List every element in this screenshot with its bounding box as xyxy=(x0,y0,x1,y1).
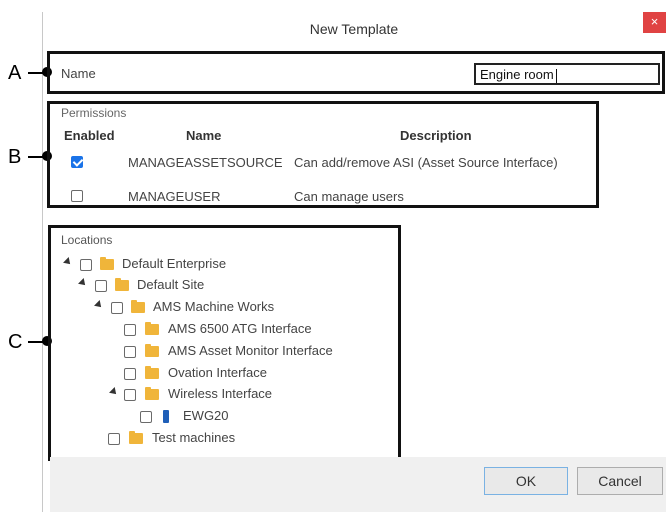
tree-item-test-machines[interactable]: Test machines xyxy=(108,430,328,450)
permissions-group-label: Permissions xyxy=(61,106,127,120)
folder-icon xyxy=(115,278,129,291)
tree-checkbox[interactable] xyxy=(124,346,136,358)
tree-item-label: Ovation Interface xyxy=(168,365,267,380)
tree-checkbox[interactable] xyxy=(124,389,136,401)
permission-description: Can add/remove ASI (Asset Source Interfa… xyxy=(294,155,558,170)
permission-description: Can manage users xyxy=(294,189,404,204)
device-icon xyxy=(163,410,169,423)
expand-arrow-icon[interactable] xyxy=(78,278,88,288)
folder-icon xyxy=(100,257,114,270)
tree-checkbox[interactable] xyxy=(111,302,123,314)
tree-item-ewg20[interactable]: EWG20 xyxy=(140,408,340,428)
text-caret xyxy=(555,68,557,83)
folder-icon xyxy=(131,300,145,313)
tree-item-ams-asset-monitor-interface[interactable]: AMS Asset Monitor Interface xyxy=(124,343,394,363)
callout-label-a: A xyxy=(8,62,22,84)
tree-item-ams-6500-atg-interface[interactable]: AMS 6500 ATG Interface xyxy=(124,321,394,341)
tree-item-label: AMS 6500 ATG Interface xyxy=(168,321,312,336)
name-input[interactable]: Engine room xyxy=(474,63,660,85)
tree-item-label: Test machines xyxy=(152,430,236,445)
tree-item-default-site[interactable]: Default Site xyxy=(78,277,369,297)
tree-checkbox[interactable] xyxy=(80,259,92,271)
tree-item-wireless-interface[interactable]: Wireless Interface xyxy=(109,386,380,406)
permission-enabled-checkbox-manageuser[interactable] xyxy=(71,190,83,202)
folder-icon xyxy=(145,366,159,379)
tree-checkbox[interactable] xyxy=(108,433,120,445)
permission-enabled-checkbox-manageassetsource[interactable] xyxy=(71,156,83,168)
tree-item-label: EWG20 xyxy=(183,408,229,423)
callout-label-c: C xyxy=(8,331,23,353)
permission-name: MANAGEASSETSOURCE xyxy=(128,155,283,170)
locations-group-label: Locations xyxy=(61,233,113,247)
callout-label-b: B xyxy=(8,146,22,168)
tree-item-label: Wireless Interface xyxy=(168,386,273,401)
expand-arrow-icon[interactable] xyxy=(63,257,73,267)
tree-checkbox[interactable] xyxy=(140,411,152,423)
dialog-footer xyxy=(50,457,666,512)
tree-item-default-enterprise[interactable]: Default Enterprise xyxy=(63,256,364,276)
tree-item-label: Default Site xyxy=(137,277,205,292)
cancel-button[interactable]: Cancel xyxy=(577,467,663,495)
name-column-header: Name xyxy=(186,128,222,143)
ok-button[interactable]: OK xyxy=(484,467,568,495)
expand-arrow-icon[interactable] xyxy=(109,387,119,397)
name-input-value: Engine room xyxy=(480,67,554,82)
description-column-header: Description xyxy=(400,128,472,143)
tree-item-label: Default Enterprise xyxy=(122,256,227,271)
permission-name: MANAGEUSER xyxy=(128,189,221,204)
tree-item-ams-machine-works[interactable]: AMS Machine Works xyxy=(94,299,385,319)
dialog-title: New Template xyxy=(309,21,399,37)
enabled-column-header: Enabled xyxy=(64,128,115,143)
folder-icon xyxy=(145,387,159,400)
close-button[interactable]: × xyxy=(643,12,666,33)
tree-item-ovation-interface[interactable]: Ovation Interface xyxy=(124,365,394,385)
tree-checkbox[interactable] xyxy=(124,368,136,380)
folder-open-icon xyxy=(129,431,143,444)
tree-checkbox[interactable] xyxy=(124,324,136,336)
folder-icon xyxy=(145,322,159,335)
tree-item-label: AMS Asset Monitor Interface xyxy=(168,343,333,358)
tree-checkbox[interactable] xyxy=(95,280,107,292)
tree-item-label: AMS Machine Works xyxy=(153,299,275,314)
expand-arrow-icon[interactable] xyxy=(94,300,104,310)
folder-icon xyxy=(145,344,159,357)
name-label: Name xyxy=(61,66,96,81)
